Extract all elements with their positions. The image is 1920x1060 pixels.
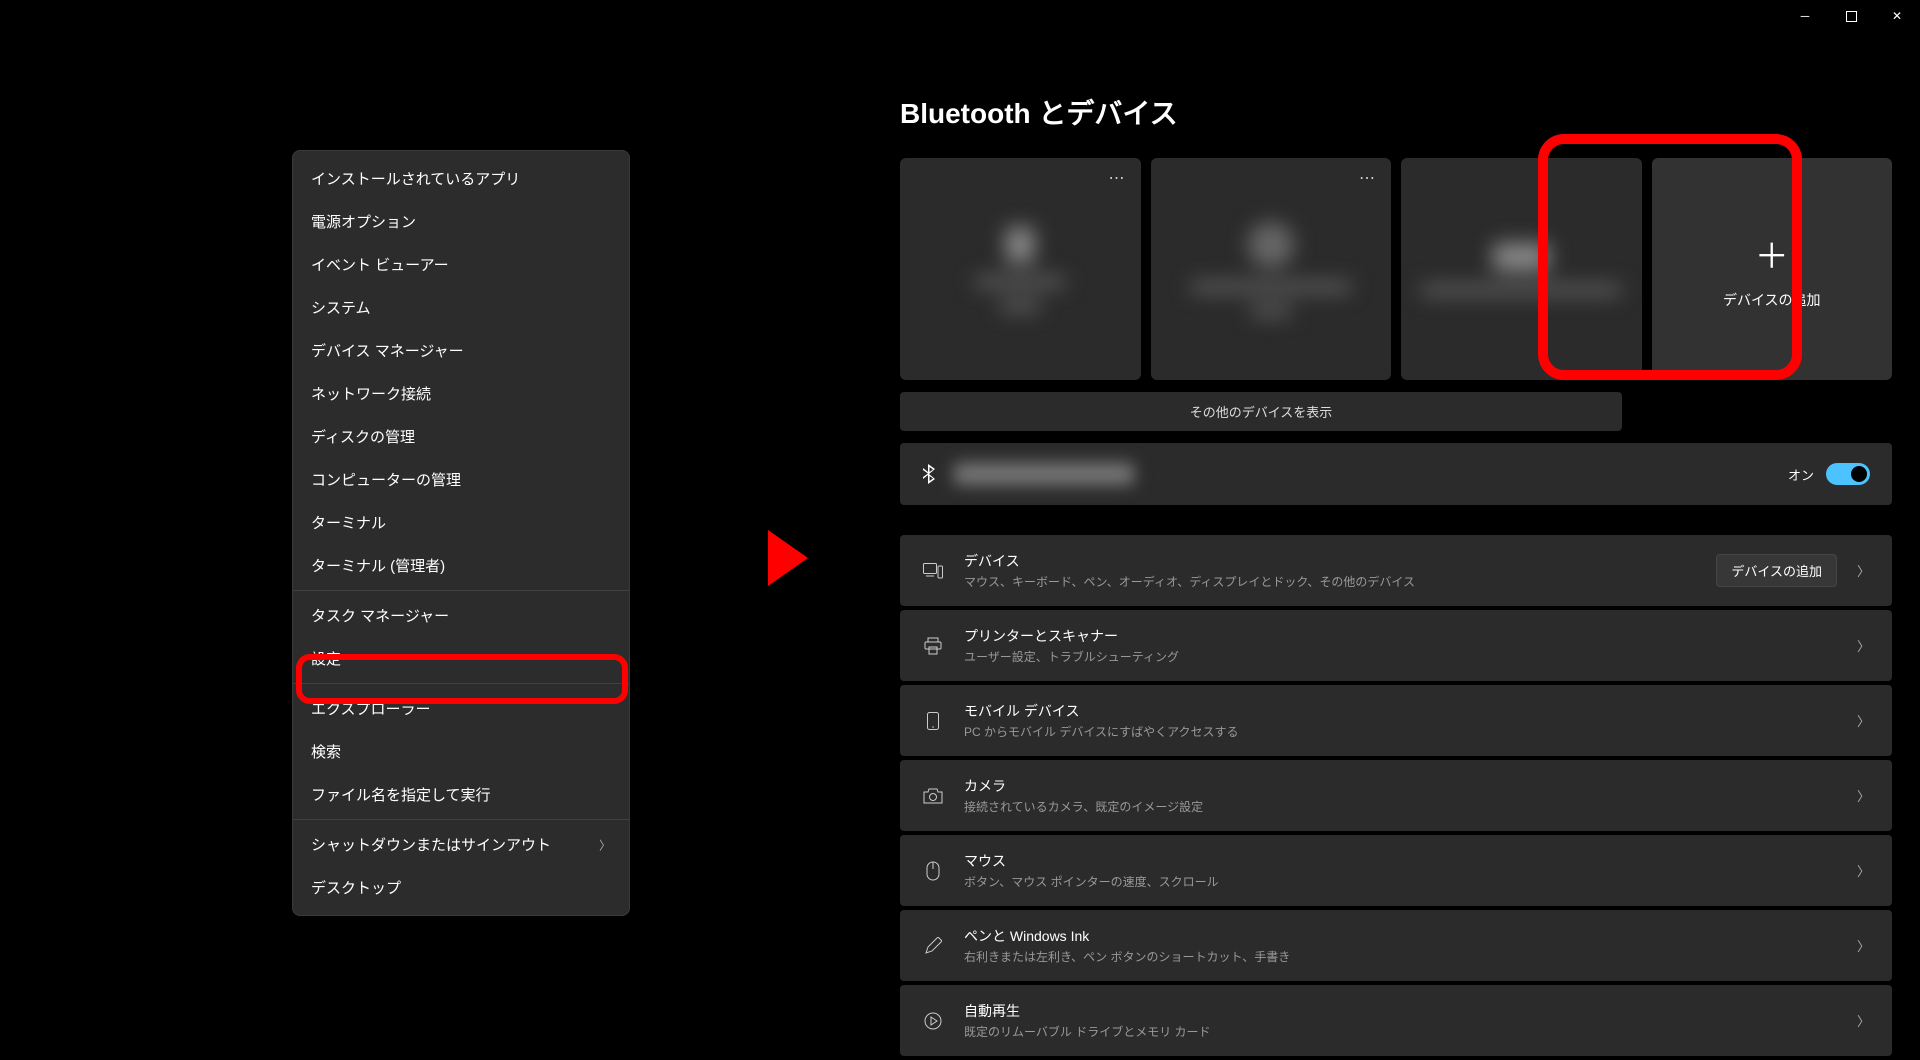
setting-title: ペンと Windows Ink: [964, 926, 1857, 946]
device-tile-blurred-content: [1211, 209, 1331, 329]
chevron-right-icon: 〉: [599, 836, 611, 853]
ctx-power-options[interactable]: 電源オプション: [293, 200, 629, 243]
printer-icon: [922, 637, 944, 655]
ctx-network-connections[interactable]: ネットワーク接続: [293, 372, 629, 415]
ctx-system[interactable]: システム: [293, 286, 629, 329]
show-more-devices-button[interactable]: その他のデバイスを表示: [900, 392, 1622, 431]
setting-title: デバイス: [964, 551, 1716, 571]
bluetooth-toggle[interactable]: [1826, 463, 1870, 485]
more-icon[interactable]: ⋯: [1109, 168, 1127, 188]
setting-desc: 既定のリムーバブル ドライブとメモリ カード: [964, 1023, 1857, 1040]
bluetooth-name-blurred: [954, 463, 1134, 485]
ctx-shutdown-signout[interactable]: シャットダウンまたはサインアウト 〉: [293, 823, 629, 866]
device-tile-3[interactable]: [1401, 158, 1642, 380]
ctx-separator: [293, 683, 629, 684]
add-device-tile[interactable]: ＋ デバイスの追加: [1652, 158, 1893, 380]
ctx-separator: [293, 819, 629, 820]
setting-desc: 右利きまたは左利き、ペン ボタンのショートカット、手書き: [964, 948, 1857, 965]
add-device-label: デバイスの追加: [1723, 290, 1821, 310]
setting-row-camera[interactable]: カメラ 接続されているカメラ、既定のイメージ設定 〉: [900, 760, 1892, 831]
setting-title: プリンターとスキャナー: [964, 626, 1857, 646]
winx-context-menu: インストールされているアプリ 電源オプション イベント ビューアー システム デ…: [292, 150, 630, 916]
ctx-settings[interactable]: 設定: [293, 637, 629, 680]
toggle-on-label: オン: [1788, 465, 1814, 484]
chevron-right-icon: 〉: [1857, 936, 1870, 955]
setting-desc: 接続されているカメラ、既定のイメージ設定: [964, 798, 1857, 815]
chevron-right-icon: 〉: [1857, 561, 1870, 580]
ctx-event-viewer[interactable]: イベント ビューアー: [293, 243, 629, 286]
setting-row-pen[interactable]: ペンと Windows Ink 右利きまたは左利き、ペン ボタンのショートカット…: [900, 910, 1892, 981]
ctx-separator: [293, 590, 629, 591]
ctx-explorer[interactable]: エクスプローラー: [293, 687, 629, 730]
close-icon: ✕: [1892, 9, 1902, 23]
setting-desc: ボタン、マウス ポインターの速度、スクロール: [964, 873, 1857, 890]
setting-desc: ユーザー設定、トラブルシューティング: [964, 648, 1857, 665]
setting-row-mobile[interactable]: モバイル デバイス PC からモバイル デバイスにすばやくアクセスする 〉: [900, 685, 1892, 756]
maximize-button[interactable]: [1828, 0, 1874, 32]
setting-desc: PC からモバイル デバイスにすばやくアクセスする: [964, 723, 1857, 740]
add-device-button[interactable]: デバイスの追加: [1716, 554, 1837, 587]
device-tile-1[interactable]: ⋯: [900, 158, 1141, 380]
setting-row-mouse[interactable]: マウス ボタン、マウス ポインターの速度、スクロール 〉: [900, 835, 1892, 906]
plus-icon: ＋: [1755, 229, 1789, 278]
ctx-task-manager[interactable]: タスク マネージャー: [293, 594, 629, 637]
ctx-terminal-admin[interactable]: ターミナル (管理者): [293, 544, 629, 587]
setting-desc: マウス、キーボード、ペン、オーディオ、ディスプレイとドック、その他のデバイス: [964, 573, 1716, 590]
setting-title: マウス: [964, 851, 1857, 871]
ctx-search[interactable]: 検索: [293, 730, 629, 773]
annotation-arrow-icon: [768, 530, 808, 586]
device-tile-blurred-content: [1461, 209, 1581, 329]
mouse-icon: [922, 861, 944, 881]
chevron-right-icon: 〉: [1857, 861, 1870, 880]
ctx-installed-apps[interactable]: インストールされているアプリ: [293, 157, 629, 200]
device-tile-blurred-content: [960, 209, 1080, 329]
pen-icon: [922, 937, 944, 955]
setting-row-devices[interactable]: デバイス マウス、キーボード、ペン、オーディオ、ディスプレイとドック、その他のデ…: [900, 535, 1892, 606]
ctx-disk-management[interactable]: ディスクの管理: [293, 415, 629, 458]
minimize-button[interactable]: ─: [1782, 0, 1828, 32]
setting-title: 自動再生: [964, 1001, 1857, 1021]
ctx-run[interactable]: ファイル名を指定して実行: [293, 773, 629, 816]
chevron-right-icon: 〉: [1857, 1011, 1870, 1030]
device-tile-2[interactable]: ⋯: [1151, 158, 1392, 380]
setting-row-printers[interactable]: プリンターとスキャナー ユーザー設定、トラブルシューティング 〉: [900, 610, 1892, 681]
setting-title: カメラ: [964, 776, 1857, 796]
ctx-desktop[interactable]: デスクトップ: [293, 866, 629, 909]
maximize-icon: [1846, 11, 1857, 22]
chevron-right-icon: 〉: [1857, 786, 1870, 805]
settings-bluetooth-devices-page: Bluetooth とデバイス ⋯ ⋯ ＋ デバイスの追加 その他のデバイスを表…: [900, 92, 1892, 1060]
page-title: Bluetooth とデバイス: [900, 92, 1892, 132]
ctx-device-manager[interactable]: デバイス マネージャー: [293, 329, 629, 372]
autoplay-icon: [922, 1012, 944, 1030]
minimize-icon: ─: [1801, 9, 1810, 23]
chevron-right-icon: 〉: [1857, 711, 1870, 730]
camera-icon: [922, 788, 944, 804]
bluetooth-toggle-row: オン: [900, 443, 1892, 505]
more-icon[interactable]: ⋯: [1359, 168, 1377, 188]
ctx-item-label: シャットダウンまたはサインアウト: [311, 837, 551, 854]
setting-row-autoplay[interactable]: 自動再生 既定のリムーバブル ドライブとメモリ カード 〉: [900, 985, 1892, 1056]
mobile-icon: [922, 712, 944, 730]
ctx-terminal[interactable]: ターミナル: [293, 501, 629, 544]
device-tiles-row: ⋯ ⋯ ＋ デバイスの追加: [900, 158, 1892, 380]
window-controls: ─ ✕: [1782, 0, 1920, 32]
setting-title: モバイル デバイス: [964, 701, 1857, 721]
chevron-right-icon: 〉: [1857, 636, 1870, 655]
bluetooth-icon: [922, 464, 936, 484]
close-button[interactable]: ✕: [1874, 0, 1920, 32]
ctx-computer-management[interactable]: コンピューターの管理: [293, 458, 629, 501]
devices-icon: [922, 563, 944, 579]
